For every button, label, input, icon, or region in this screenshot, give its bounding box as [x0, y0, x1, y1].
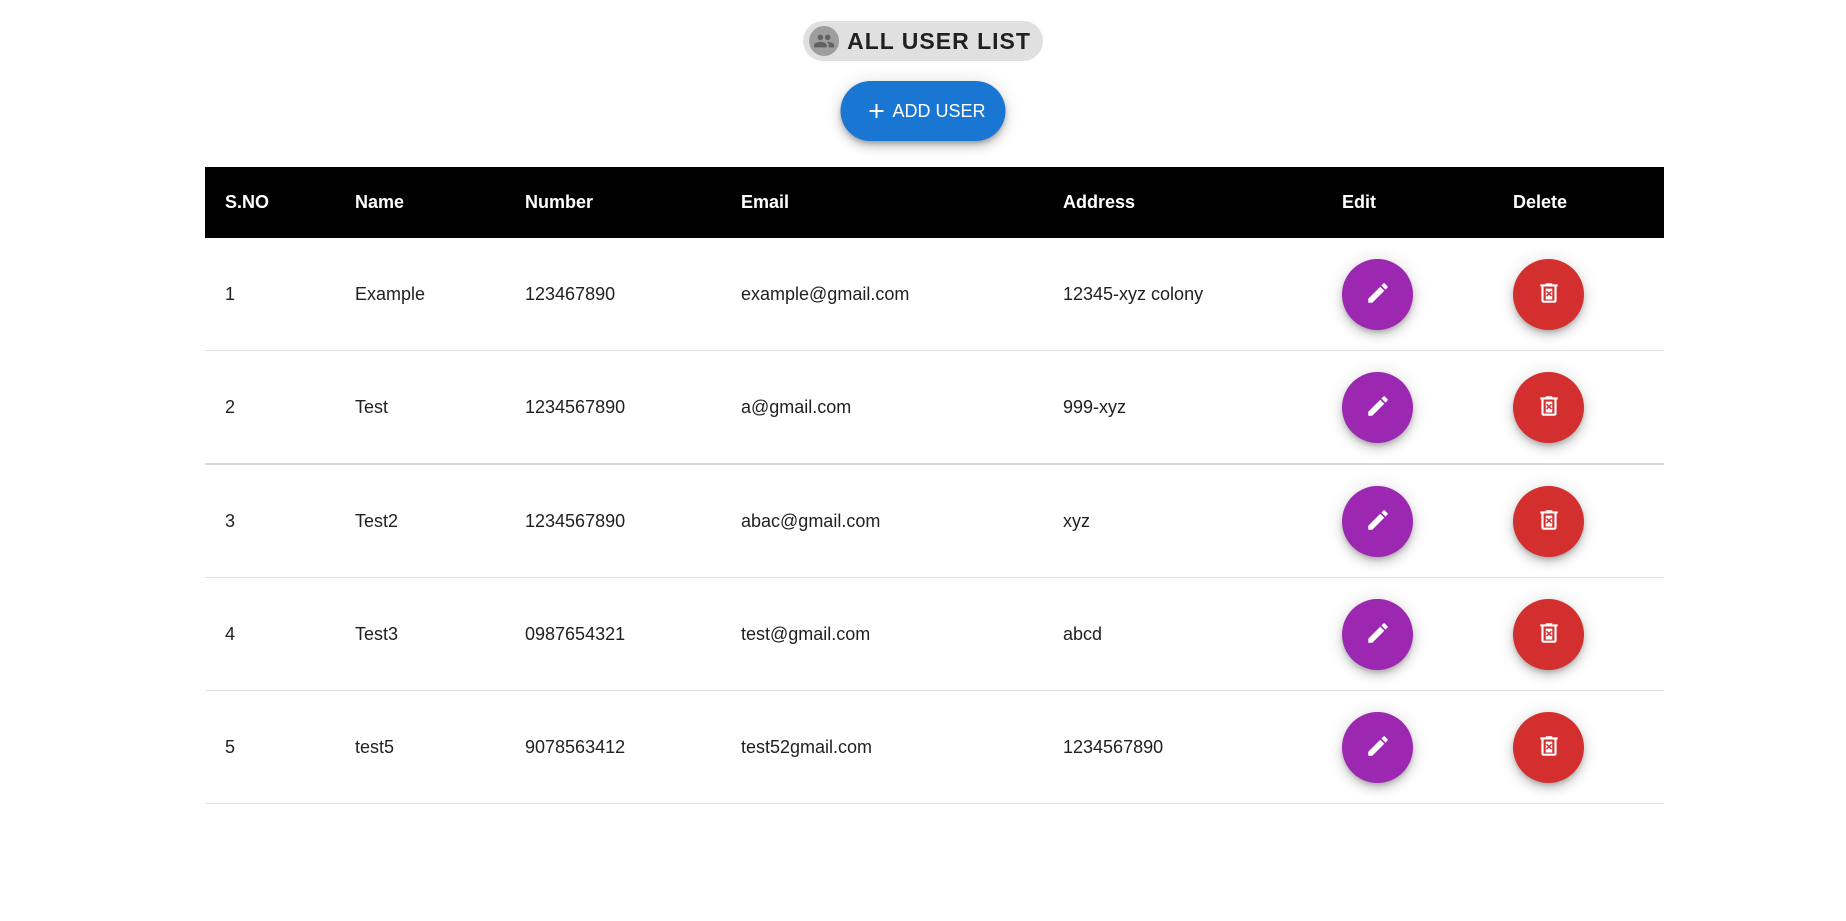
cell-sno: 1 — [205, 238, 335, 351]
trash-icon — [1536, 733, 1562, 762]
cell-edit — [1322, 464, 1493, 578]
cell-email: a@gmail.com — [721, 350, 1043, 465]
cell-sno: 4 — [205, 577, 335, 691]
column-header-address: Address — [1063, 192, 1136, 212]
cell-sno: 5 — [205, 690, 335, 804]
cell-number: 1234567890 — [505, 350, 721, 465]
cell-edit — [1322, 577, 1493, 691]
pencil-icon — [1365, 280, 1391, 309]
cell-sno: 2 — [205, 350, 335, 465]
cell-number: 1234567890 — [505, 464, 721, 578]
people-icon — [809, 26, 840, 56]
edit-button[interactable] — [1342, 598, 1413, 670]
table-row: 4 Test3 0987654321 test@gmail.com abcd — [205, 577, 1664, 691]
table-header-row: S.NO Name Number Email Address Edit Dele… — [205, 167, 1664, 238]
cell-address: xyz — [1043, 464, 1322, 578]
trash-icon — [1536, 620, 1562, 649]
user-list-page: ALL USER LIST ADD USER S.NO Name Number … — [0, 0, 1846, 921]
pencil-icon — [1365, 507, 1391, 536]
cell-delete — [1493, 350, 1664, 465]
add-user-label: ADD USER — [892, 100, 986, 121]
cell-delete — [1493, 464, 1664, 578]
cell-delete — [1493, 577, 1664, 691]
cell-sno: 3 — [205, 464, 335, 578]
cell-number: 123467890 — [505, 238, 721, 351]
edit-button[interactable] — [1342, 485, 1413, 557]
edit-button[interactable] — [1342, 711, 1413, 783]
cell-address: 12345-xyz colony — [1043, 238, 1322, 351]
trash-icon — [1536, 280, 1562, 309]
cell-name: Example — [335, 238, 505, 351]
column-header-name: Name — [355, 192, 405, 212]
cell-address: abcd — [1043, 577, 1322, 691]
delete-button[interactable] — [1513, 598, 1584, 670]
edit-button[interactable] — [1342, 258, 1413, 330]
cell-email: test52gmail.com — [721, 690, 1043, 804]
table-row: 1 Example 123467890 example@gmail.com 12… — [205, 238, 1664, 351]
table-row: 3 Test2 1234567890 abac@gmail.com xyz — [205, 464, 1664, 578]
cell-delete — [1493, 238, 1664, 351]
column-header-edit: Edit — [1342, 192, 1376, 212]
cell-name: test5 — [335, 690, 505, 804]
pencil-icon — [1365, 620, 1391, 649]
column-header-email: Email — [741, 192, 790, 212]
cell-number: 9078563412 — [505, 690, 721, 804]
cell-name: Test2 — [335, 464, 505, 578]
plus-icon — [864, 99, 888, 123]
cell-address: 999-xyz — [1043, 350, 1322, 465]
cell-email: test@gmail.com — [721, 577, 1043, 691]
column-header-delete: Delete — [1513, 192, 1568, 212]
cell-address: 1234567890 — [1043, 690, 1322, 804]
trash-icon — [1536, 507, 1562, 536]
cell-edit — [1322, 238, 1493, 351]
table-row: 2 Test 1234567890 a@gmail.com 999-xyz — [205, 350, 1664, 465]
delete-button[interactable] — [1513, 371, 1584, 443]
cell-delete — [1493, 690, 1664, 804]
table-row: 5 test5 9078563412 test52gmail.com 12345… — [205, 690, 1664, 804]
cell-edit — [1322, 690, 1493, 804]
trash-icon — [1536, 393, 1562, 422]
column-header-number: Number — [525, 192, 594, 212]
cell-name: Test — [335, 350, 505, 465]
cell-edit — [1322, 350, 1493, 465]
delete-button[interactable] — [1513, 711, 1584, 783]
cell-number: 0987654321 — [505, 577, 721, 691]
pencil-icon — [1365, 733, 1391, 762]
edit-button[interactable] — [1342, 371, 1413, 443]
column-header-sno: S.NO — [225, 192, 270, 212]
page-title: ALL USER LIST — [847, 27, 1031, 54]
pencil-icon — [1365, 393, 1391, 422]
cell-email: example@gmail.com — [721, 238, 1043, 351]
cell-email: abac@gmail.com — [721, 464, 1043, 578]
user-table: S.NO Name Number Email Address Edit Dele… — [205, 167, 1664, 804]
add-user-button[interactable]: ADD USER — [840, 81, 1006, 141]
delete-button[interactable] — [1513, 258, 1584, 330]
delete-button[interactable] — [1513, 485, 1584, 557]
table-body: 1 Example 123467890 example@gmail.com 12… — [205, 238, 1664, 804]
cell-name: Test3 — [335, 577, 505, 691]
page-title-chip: ALL USER LIST — [803, 21, 1043, 61]
